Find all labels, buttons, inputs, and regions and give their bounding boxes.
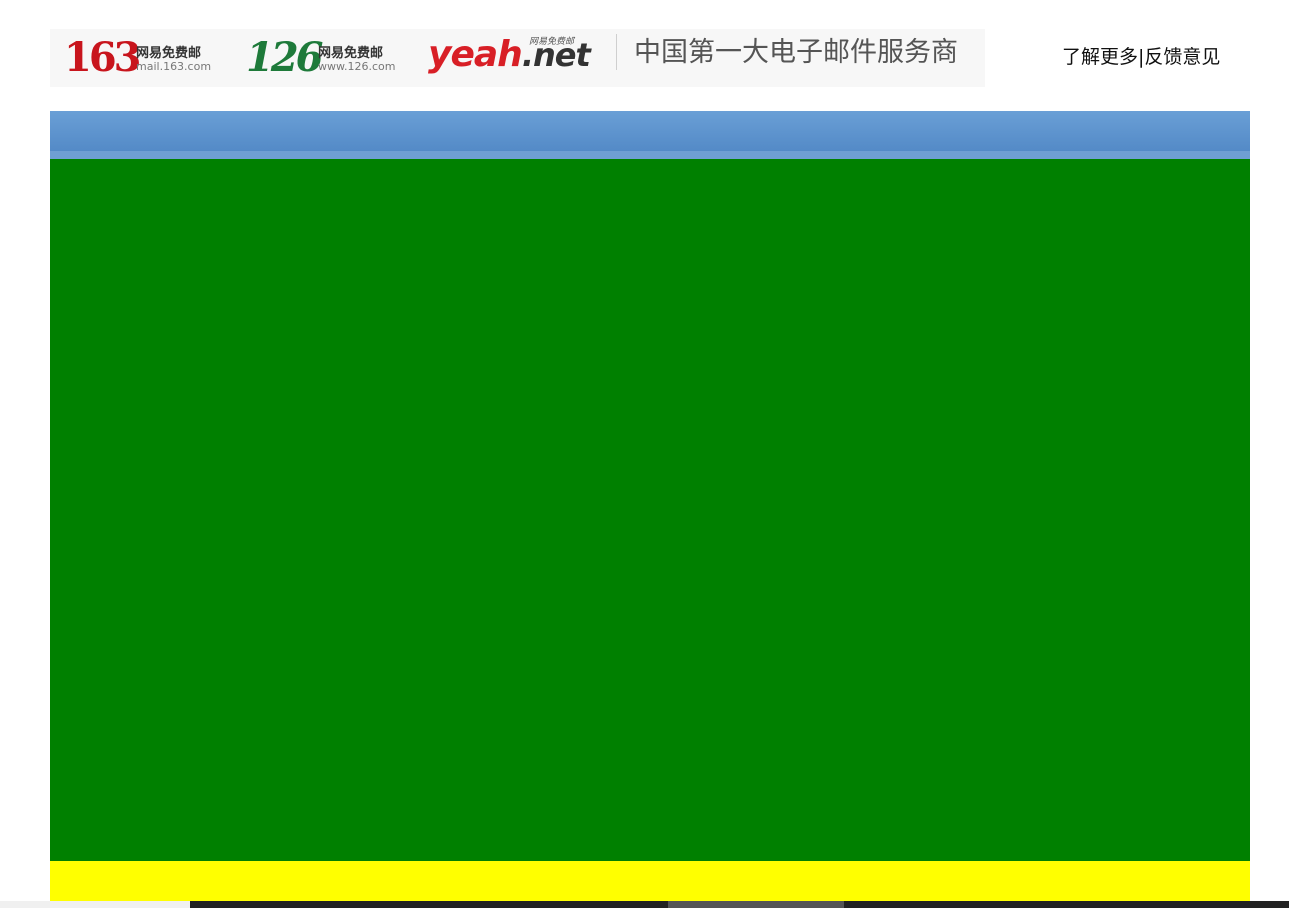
- logo-yeah-word: yeah: [428, 34, 523, 75]
- logo-126-number: 126: [246, 34, 323, 81]
- logo-126-domain: www.126.com: [318, 60, 396, 73]
- main-content-area: [50, 159, 1250, 861]
- feedback-link[interactable]: 反馈意见: [1144, 46, 1220, 68]
- banner-divider: [616, 34, 617, 70]
- logo-163-name: 网易免费邮: [136, 46, 202, 61]
- learn-more-link[interactable]: 了解更多: [1062, 46, 1138, 68]
- top-links: 了解更多|反馈意见: [1062, 45, 1220, 69]
- header-nav-bar: [50, 111, 1250, 159]
- logo-163-number: 163: [64, 34, 141, 81]
- horizontal-scrollbar[interactable]: [0, 901, 1289, 908]
- banner-slogan: 中国第一大电子邮件服务商: [634, 37, 958, 68]
- logo-126-name: 网易免费邮: [318, 46, 384, 61]
- logo-yeah-name: 网易免费邮: [529, 37, 575, 47]
- logo-163-domain: mail.163.com: [136, 60, 212, 73]
- header-nav-bar-stripe: [50, 151, 1250, 159]
- netease-mail-banner: 163 网易免费邮 mail.163.com 126 网易免费邮 www.126…: [50, 29, 985, 87]
- scrollbar-track-left: [0, 901, 190, 908]
- scrollbar-thumb[interactable]: [668, 901, 844, 908]
